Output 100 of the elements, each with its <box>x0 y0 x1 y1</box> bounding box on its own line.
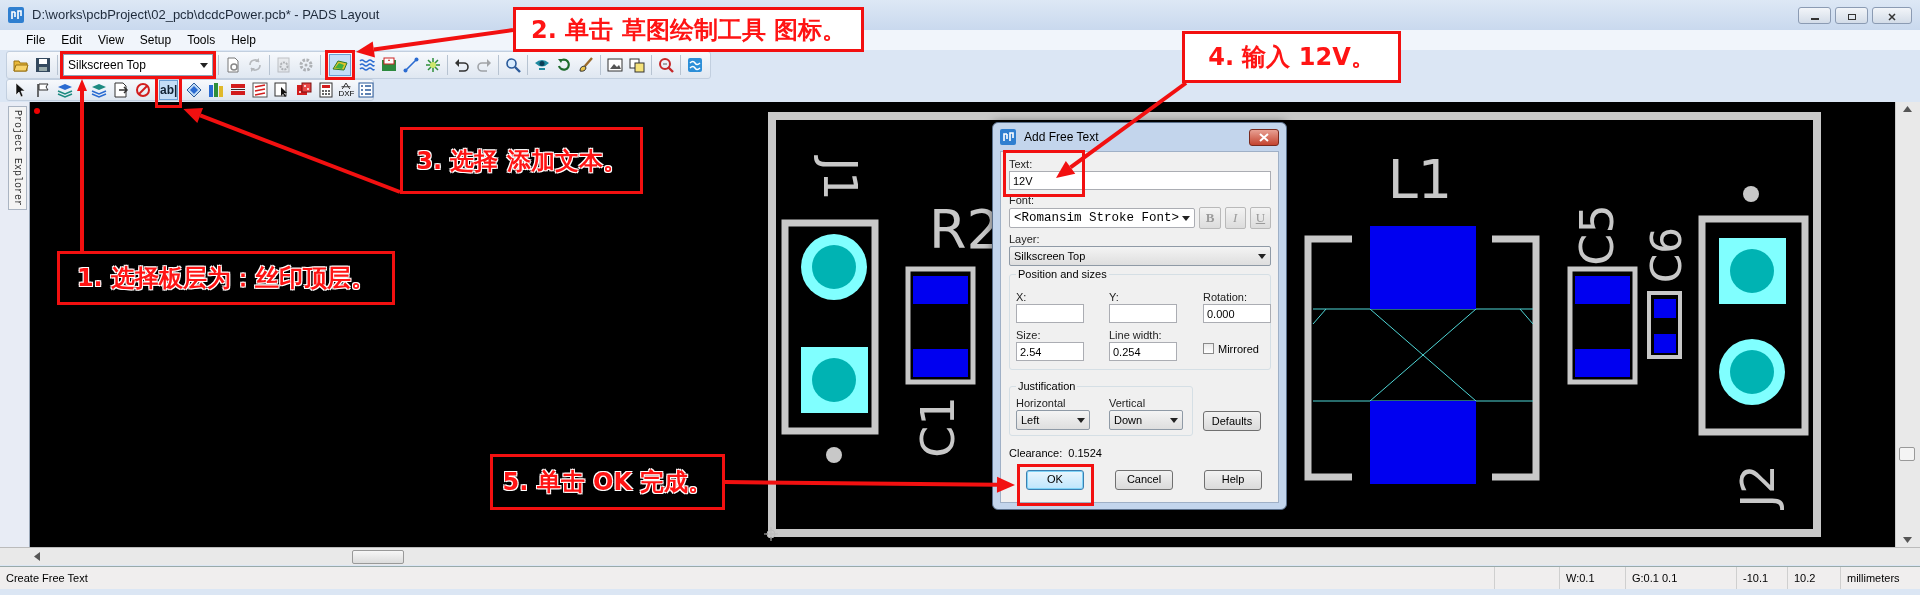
caret-icon <box>1182 215 1191 221</box>
no-entry-icon <box>135 82 151 98</box>
input-field[interactable]: 0.000 <box>1203 304 1271 323</box>
footprint-outline <box>1647 291 1682 359</box>
scroll-up-icon[interactable] <box>1903 106 1912 112</box>
reference-designator: J1 <box>813 157 867 201</box>
dice-icon <box>296 82 313 98</box>
checkbox[interactable] <box>1203 343 1214 355</box>
scrollbar-thumb[interactable] <box>1899 447 1915 461</box>
field-label: Line width: <box>1109 328 1163 342</box>
menu-item[interactable]: Setup <box>131 31 180 49</box>
pad <box>1654 299 1676 318</box>
magnifier-icon <box>505 57 521 73</box>
flow-icon <box>687 57 703 73</box>
windows-icon <box>629 57 645 73</box>
close-icon <box>1259 132 1269 142</box>
reference-designator: L1 <box>1387 147 1453 211</box>
drill-hole <box>1730 350 1774 394</box>
restore-icon <box>1846 13 1857 22</box>
checkbox-label: Mirrored <box>1218 341 1259 357</box>
input-field[interactable]: 2.54 <box>1016 342 1084 361</box>
list-icon <box>358 82 375 98</box>
drill-hole <box>1730 249 1774 293</box>
input-field[interactable]: 0.254 <box>1109 342 1177 361</box>
field-label: Horizontal <box>1016 396 1067 410</box>
document-icon <box>113 82 129 98</box>
group-title: Position and sizes <box>1016 267 1109 281</box>
caret-icon <box>200 62 208 68</box>
close-button[interactable] <box>1249 128 1279 146</box>
drill-hole <box>812 358 856 402</box>
dialog-button[interactable]: OK <box>1026 469 1084 490</box>
status-text: W:0.1 <box>1559 567 1625 589</box>
dropdown[interactable]: Left <box>1016 410 1090 430</box>
pad <box>913 276 968 304</box>
dialog-button[interactable]: Help <box>1204 469 1262 490</box>
drill-hole <box>812 245 856 289</box>
compass-icon <box>340 82 353 90</box>
status-text: 10.2 <box>1787 567 1840 589</box>
menu-item[interactable]: Tools <box>179 31 224 49</box>
gear-icon <box>298 57 314 73</box>
scroll-down-icon[interactable] <box>1903 537 1912 543</box>
floppy-icon <box>35 57 51 73</box>
input-field[interactable] <box>1109 304 1177 323</box>
highlight-frame <box>325 50 355 80</box>
caret-icon <box>1077 417 1085 423</box>
calculator-icon <box>318 82 335 98</box>
status-text: Create Free Text <box>5 571 89 586</box>
bars-icon <box>230 82 247 98</box>
close-icon <box>1887 13 1897 22</box>
menu-item[interactable]: Help <box>223 31 264 49</box>
status-text: G:0.1 0.1 <box>1625 567 1736 589</box>
reference-designator: C5 <box>1570 204 1624 266</box>
lines-icon <box>252 82 269 98</box>
layer-dropdown[interactable]: Silkscreen Top <box>63 54 213 76</box>
input-field[interactable]: 12V <box>1009 171 1271 190</box>
layers-icon <box>57 82 73 98</box>
flag-icon <box>35 82 51 98</box>
magnifier-icon <box>658 57 674 73</box>
minimize-button[interactable] <box>1798 6 1831 24</box>
reference-designator: J2 <box>1731 464 1785 508</box>
font-dropdown[interactable]: <Romansim Stroke Font> <box>1009 208 1196 228</box>
dialog-title: Add Free Text <box>1024 129 1099 146</box>
status-text: millimeters <box>1840 567 1920 589</box>
app-icon <box>8 7 24 23</box>
menu-item[interactable]: Edit <box>53 31 91 49</box>
shapes-icon <box>332 57 348 73</box>
project-explorer-tab[interactable]: Project Explorer <box>8 106 27 210</box>
books-icon <box>208 82 225 98</box>
caret-icon <box>1258 253 1266 259</box>
pin-one-dot <box>1743 186 1759 202</box>
callout-label: 1. 选择板层为：丝印顶层。 <box>57 251 395 305</box>
dxf-button[interactable]: DXF <box>337 80 356 100</box>
restore-button[interactable] <box>1835 6 1868 24</box>
callout-label: 4. 输入 12V。 <box>1182 31 1401 83</box>
scrollbar-thumb[interactable] <box>352 549 404 564</box>
status-text: -10.1 <box>1736 567 1787 589</box>
callout-label: 3. 选择 添加文本。 <box>400 127 643 194</box>
reference-designator: C6 <box>1641 226 1691 284</box>
burst-icon <box>425 57 441 73</box>
pad <box>1575 349 1630 377</box>
picture-icon <box>607 57 623 73</box>
menu-item[interactable]: File <box>18 31 54 49</box>
dropdown[interactable]: Down <box>1109 410 1183 430</box>
board-icon <box>381 57 397 73</box>
menu-item[interactable]: View <box>90 31 132 49</box>
text-tool-button[interactable]: ab| <box>159 80 179 100</box>
input-field[interactable] <box>1016 304 1084 323</box>
origin-dot <box>34 108 40 114</box>
layer-dropdown[interactable]: Silkscreen Top <box>1009 246 1271 266</box>
layers-icon <box>91 82 107 98</box>
defaults-button[interactable]: Defaults <box>1203 411 1261 431</box>
undo-icon <box>454 57 470 73</box>
gear-icon <box>276 57 292 73</box>
clearance-text: Clearance: 0.1524 <box>1009 446 1103 461</box>
field-label: Y: <box>1109 290 1120 304</box>
callout-label: 2. 单击 草图绘制工具 图标。 <box>513 7 864 52</box>
dialog-button[interactable]: Cancel <box>1115 469 1173 490</box>
window-title: D:\works\pcbProject\02_pcb\dcdcPower.pcb* - PADS Layout <box>32 6 380 25</box>
scroll-left-icon[interactable] <box>34 552 40 561</box>
field-label: Vertical <box>1109 396 1147 410</box>
